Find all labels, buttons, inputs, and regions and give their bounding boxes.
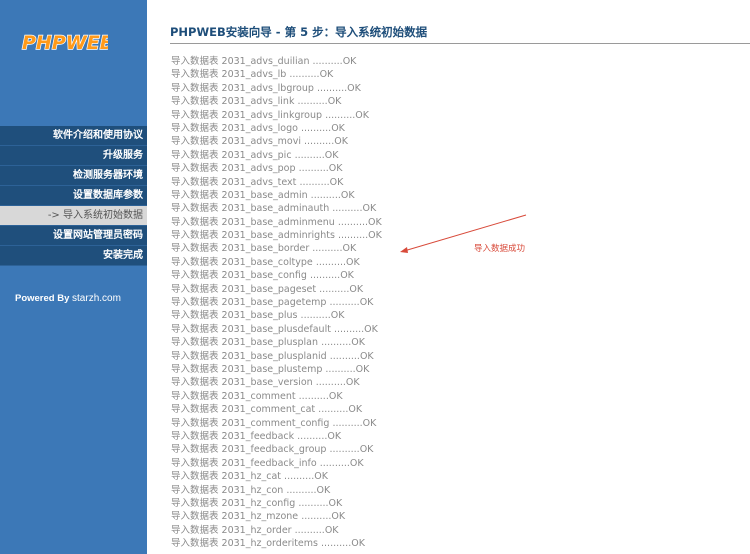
arrow-head-icon xyxy=(400,247,408,253)
annotation-label: 导入数据成功 xyxy=(474,244,526,254)
annotation-arrow xyxy=(400,214,527,253)
